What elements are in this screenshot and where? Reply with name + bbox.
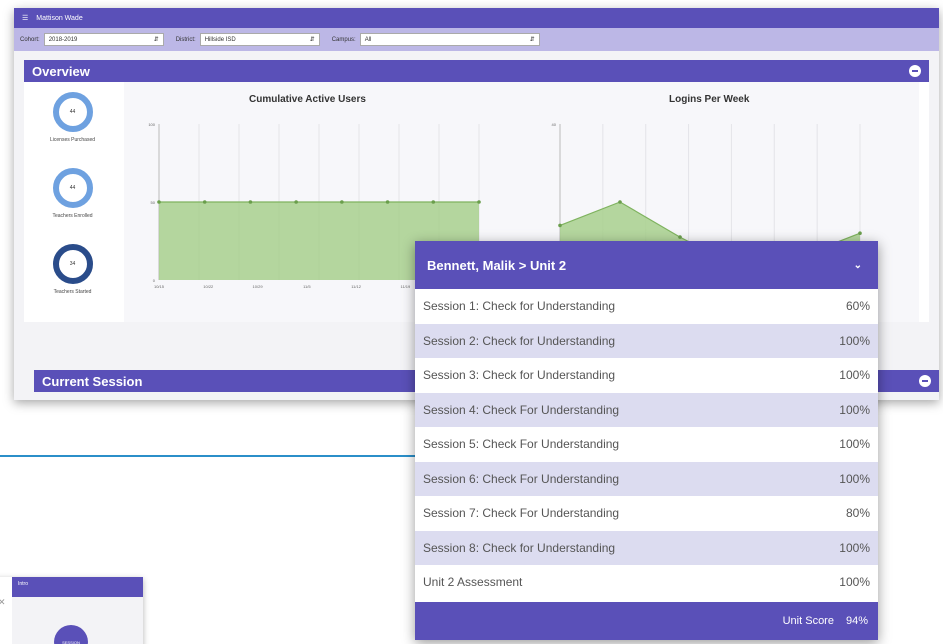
data-point: [294, 200, 298, 204]
thumbnail-sidebar: [0, 577, 12, 644]
close-icon[interactable]: ✕: [0, 597, 6, 608]
x-tick-label: 10/22: [203, 284, 214, 289]
licenses-stat: 44 Licenses Purchased: [30, 92, 115, 143]
session-score: 80%: [845, 506, 870, 521]
assessment-row[interactable]: Unit 2 Assessment 100%: [415, 565, 878, 600]
popup-header[interactable]: Bennett, Malik > Unit 2 ⌄: [415, 241, 878, 289]
unit-scores-popup: Bennett, Malik > Unit 2 ⌄ Session 1: Che…: [415, 241, 878, 640]
y-tick-label: 0: [153, 278, 156, 283]
unit-score-value: 94%: [845, 615, 868, 627]
data-point: [340, 200, 344, 204]
x-tick-label: 10/29: [253, 284, 264, 289]
started-label: Teachers Started: [53, 289, 92, 295]
thumbnail-header: Intro: [12, 577, 143, 597]
assessment-label: Unit 2 Assessment: [423, 575, 523, 590]
data-point: [385, 200, 390, 204]
session-row[interactable]: Session 2: Check for Understanding 100%: [415, 323, 878, 358]
chart-title-logins: Logins Per Week: [669, 94, 750, 105]
filter-bar: Cohort: 2018-2019 ⇵ District: Hillside IS…: [14, 28, 939, 51]
session-row[interactable]: Session 6: Check For Understanding 100%: [415, 461, 878, 496]
stat-rings: 44 Licenses Purchased 44 Teachers Enroll…: [24, 82, 121, 322]
session-score: 100%: [839, 471, 870, 486]
select-arrows-icon: ⇵: [529, 37, 535, 43]
x-tick-label: 11/12: [351, 284, 361, 289]
district-value: Hillside ISD: [204, 36, 236, 43]
hamburger-menu-icon[interactable]: ☰: [22, 14, 28, 22]
enrolled-ring: 44: [52, 168, 93, 208]
select-arrows-icon: ⇵: [153, 37, 159, 43]
session-score: 100%: [839, 402, 870, 417]
session-row[interactable]: Session 3: Check for Understanding 100%: [415, 358, 878, 393]
session-list: Session 1: Check for Understanding 60% Se…: [415, 289, 878, 600]
assessment-score: 100%: [839, 575, 870, 590]
session-score: 100%: [839, 540, 870, 555]
session-row[interactable]: Session 5: Check For Understanding 100%: [415, 427, 878, 462]
campus-label: Campus:: [331, 36, 356, 43]
data-point: [618, 200, 622, 204]
session-label: Session 4: Check For Understanding: [423, 402, 620, 417]
session-label: Session 3: Check for Understanding: [423, 368, 616, 383]
district-select[interactable]: Hillside ISD ⇵: [199, 33, 320, 46]
data-point: [558, 223, 562, 228]
top-bar: ☰ Mattison Wade: [14, 8, 939, 28]
popup-footer: Unit Score 94%: [415, 602, 878, 640]
data-point: [477, 200, 481, 204]
data-point: [678, 235, 682, 239]
x-tick-label: 10/15: [154, 284, 165, 289]
overview-title: Overview: [32, 63, 90, 79]
user-name: Mattison Wade: [36, 14, 83, 22]
current-session-title: Current Session: [42, 373, 143, 389]
x-tick-label: 11/5: [303, 284, 311, 289]
session-score: 100%: [839, 333, 870, 348]
district-filter: District: Hillside ISD ⇵: [176, 33, 320, 46]
licenses-ring: 44: [52, 92, 93, 132]
cohort-filter: Cohort: 2018-2019 ⇵: [20, 33, 164, 46]
select-arrows-icon: ⇵: [309, 37, 315, 43]
session-circle[interactable]: SESSION: [54, 625, 88, 644]
session-score: 100%: [839, 368, 870, 383]
session-label: Session 6: Check For Understanding: [423, 471, 620, 486]
session-score: 60%: [845, 299, 870, 314]
x-tick-label: 11/19: [401, 284, 411, 289]
chevron-down-icon[interactable]: ⌄: [854, 260, 862, 271]
chart-title-cumulative: Cumulative Active Users: [249, 94, 366, 105]
session-label: Session 8: Check for Understanding: [423, 540, 616, 555]
y-tick-label: 40: [552, 122, 557, 127]
popup-title: Bennett, Malik > Unit 2: [427, 257, 567, 273]
collapse-icon[interactable]: [919, 375, 931, 387]
session-label: Session 2: Check for Understanding: [423, 333, 616, 348]
session-thumbnail: ✕ Intro SESSION: [0, 577, 143, 644]
started-stat: 34 Teachers Started: [30, 244, 115, 295]
started-ring: 34: [52, 244, 93, 284]
campus-select[interactable]: All ⇵: [359, 33, 540, 46]
campus-value: All: [364, 36, 372, 43]
data-point: [202, 200, 207, 204]
campus-filter: Campus: All ⇵: [332, 33, 540, 46]
session-label: Session 7: Check For Understanding: [423, 506, 620, 521]
session-row[interactable]: Session 1: Check for Understanding 60%: [415, 289, 878, 324]
session-row[interactable]: Session 7: Check For Understanding 80%: [415, 496, 878, 531]
enrolled-stat: 44 Teachers Enrolled: [30, 168, 115, 219]
session-row[interactable]: Session 4: Check For Understanding 100%: [415, 392, 878, 427]
data-point: [431, 200, 436, 204]
collapse-icon[interactable]: [909, 65, 921, 77]
divider-line: [0, 455, 420, 457]
cohort-select[interactable]: 2018-2019 ⇵: [43, 33, 164, 46]
session-score: 100%: [839, 437, 870, 452]
unit-score-label: Unit Score: [782, 615, 834, 627]
y-tick-label: 50: [151, 200, 156, 205]
data-point: [248, 200, 253, 204]
data-point: [858, 231, 862, 235]
cohort-label: Cohort:: [20, 36, 40, 43]
session-label: Session 1: Check for Understanding: [423, 299, 616, 314]
session-row[interactable]: Session 8: Check for Understanding 100%: [415, 530, 878, 565]
enrolled-label: Teachers Enrolled: [52, 213, 93, 219]
y-tick-label: 100: [148, 122, 155, 127]
cohort-value: 2018-2019: [48, 36, 78, 43]
session-label: Session 5: Check For Understanding: [423, 437, 620, 452]
district-label: District:: [175, 36, 196, 43]
overview-header[interactable]: Overview: [24, 60, 929, 82]
data-point: [157, 200, 161, 204]
licenses-label: Licenses Purchased: [49, 137, 96, 143]
